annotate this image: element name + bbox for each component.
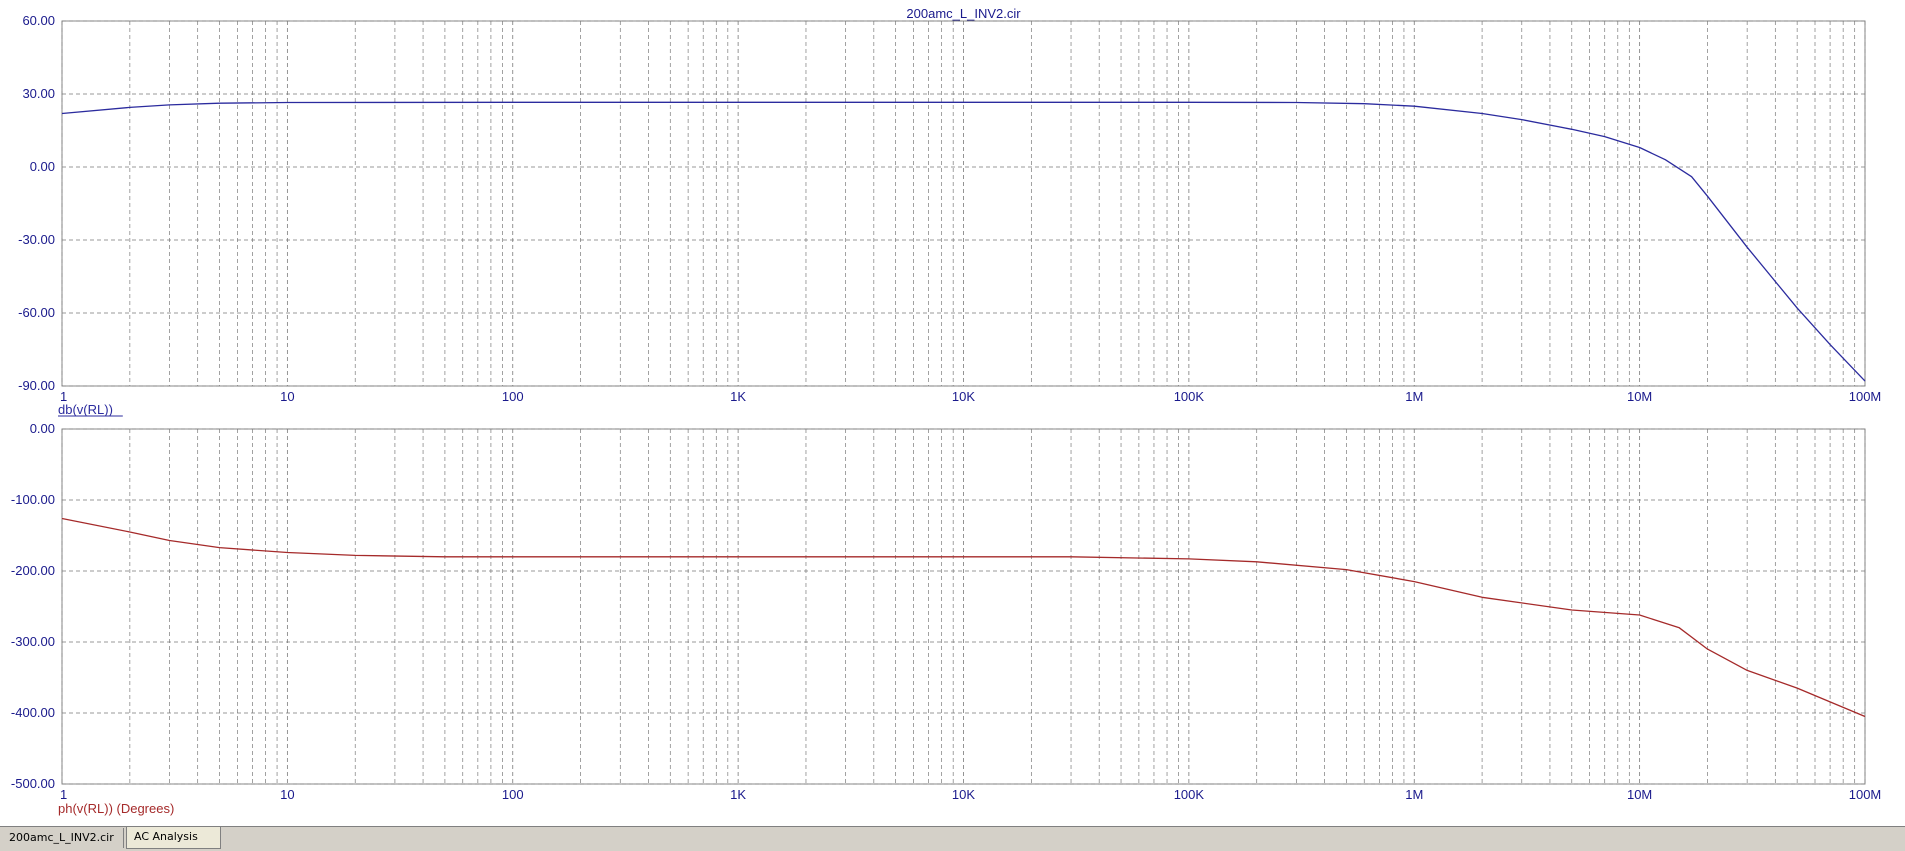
x-tick-label: 10 [280,389,294,404]
y-tick-label: -30.00 [18,232,55,247]
x-tick-label: 100K [1174,787,1205,802]
chart-panel-2: 0.00 -100.00 -200.00 -300.00 -400.00 -500.00 1… [11,421,1881,816]
chart-title: 200amc_L_INV2.cir [906,6,1021,21]
x-tick-label: 10K [952,787,975,802]
bode-plot-svg: 60.00 30.00 0.00 -30.00 -60.00 -90.00 1 10 100 1K… [11,6,1881,816]
y-tick-label: -500.00 [11,776,55,791]
tab-schematic[interactable]: 200amc_L_INV2.cir [2,828,124,848]
x-tick-label: 1K [730,787,746,802]
x-tick-label: 100 [502,389,524,404]
series-name-label: ph(v(RL)) (Degrees) [58,801,174,816]
y-tick-label: 60.00 [22,13,55,28]
y-tick-label: -200.00 [11,563,55,578]
tab-ac-analysis[interactable]: AC Analysis [126,827,221,849]
x-tick-label: 100 [502,787,524,802]
tab-bar: 200amc_L_INV2.cir AC Analysis [0,826,1905,851]
x-tick-label: 10 [280,787,294,802]
y-tick-label: -90.00 [18,378,55,393]
y-tick-label: -300.00 [11,634,55,649]
chart-panel-1: 60.0030.000.00-30.00-60.00-90.001 10 100 1K… [18,6,1881,417]
plot-area: 60.00 30.00 0.00 -30.00 -60.00 -90.00 1 10 100 1K… [0,0,1905,826]
series-name-label: db(v(RL)) [58,402,113,417]
x-tick-label: 10K [952,389,975,404]
x-tick-label: 1M [1405,787,1423,802]
x-tick-label: 1 [60,787,67,802]
x-tick-label: 100M [1849,787,1882,802]
y-tick-label: 30.00 [22,86,55,101]
x-tick-label: 10M [1627,787,1652,802]
x-tick-label: 100M [1849,389,1882,404]
x-tick-label: 100K [1174,389,1205,404]
y-tick-label: -400.00 [11,705,55,720]
x-tick-label: 10M [1627,389,1652,404]
y-tick-label: -60.00 [18,305,55,320]
x-tick-label: 1M [1405,389,1423,404]
x-tick-label: 1K [730,389,746,404]
y-tick-label: 0.00 [30,421,55,436]
y-tick-label: 0.00 [30,159,55,174]
y-tick-label: -100.00 [11,492,55,507]
